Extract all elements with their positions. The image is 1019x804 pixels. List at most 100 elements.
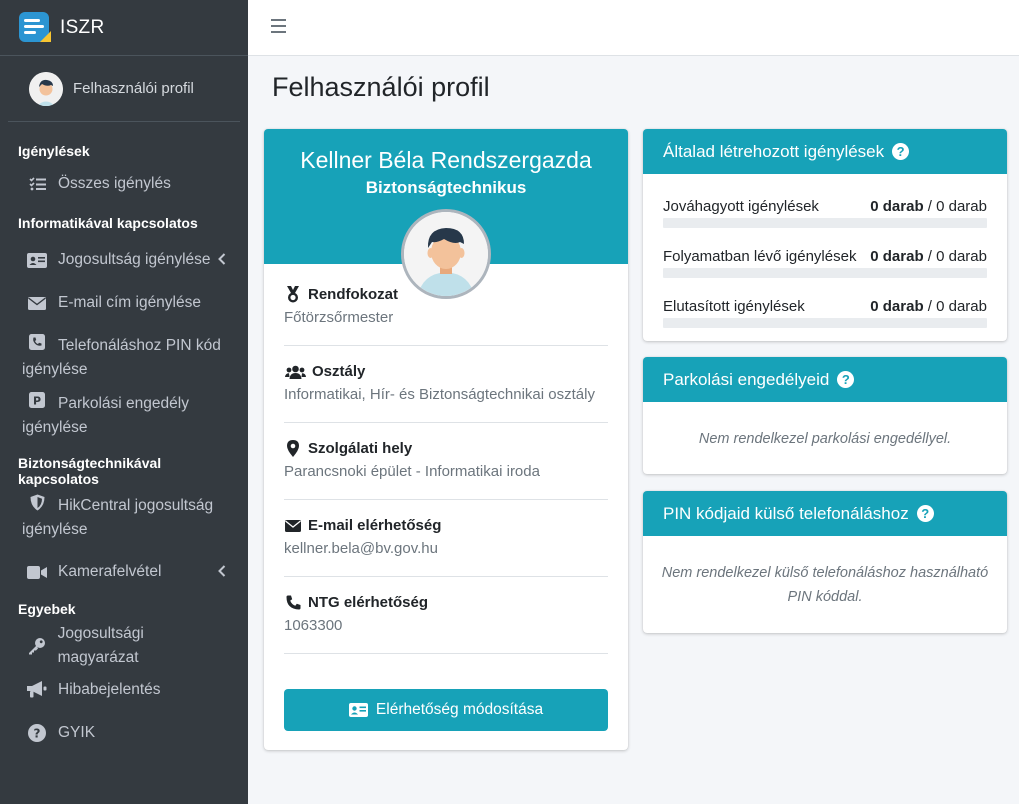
map-marker-icon xyxy=(284,440,302,457)
sidebar-item-label: Jogosultság igénylése xyxy=(58,251,211,268)
sidebar-item-label: E-mail cím igénylése xyxy=(58,294,201,311)
requests-stats: Jováhagyott igénylések 0 darab / 0 darab… xyxy=(643,174,1007,328)
chevron-left-icon xyxy=(218,560,226,584)
sidebar-item-label-line2: igénylése xyxy=(22,419,88,436)
stat-count: 0 darab xyxy=(870,248,924,265)
profile-field-location: Szolgálati hely Parancsnoki épület - Inf… xyxy=(284,440,608,500)
id-card-icon xyxy=(26,252,48,268)
pin-card-header: PIN kódjaid külső telefonáláshoz ? xyxy=(643,491,1007,536)
svg-text:?: ? xyxy=(34,726,41,740)
sidebar-item-label-line2: igénylése xyxy=(22,521,88,538)
sidebar-item-label: Kamerafelvétel xyxy=(58,563,162,580)
nav-header-requests: Igénylések xyxy=(18,143,90,159)
stat-approved: Jováhagyott igénylések 0 darab / 0 darab xyxy=(663,198,987,215)
id-card-icon xyxy=(348,703,368,717)
stat-label: Folyamatban lévő igénylések xyxy=(663,248,857,265)
sidebar-nav: Igénylések Összes igénylés Informatikáva… xyxy=(0,122,248,754)
sidebar: ISZR Felhasználói profil Igénylések Össz… xyxy=(0,0,248,804)
pin-empty-message: Nem rendelkezel külső telefonáláshoz has… xyxy=(661,565,989,605)
key-icon xyxy=(26,637,48,655)
stat-in-progress: Folyamatban lévő igénylések 0 darab / 0 … xyxy=(663,248,987,265)
sidebar-item-label: Hibabejelentés xyxy=(58,680,161,698)
sidebar-item-label-line2: igénylése xyxy=(22,361,88,378)
help-icon[interactable]: ? xyxy=(892,143,910,160)
profile-role: Biztonságtechnikus xyxy=(365,178,527,197)
stat-label: Elutasított igénylések xyxy=(663,298,805,315)
stat-progress-bar xyxy=(663,218,987,228)
profile-avatar xyxy=(401,209,491,299)
users-icon xyxy=(284,365,306,379)
profile-field-phone: NTG elérhetőség 1063300 xyxy=(284,594,608,654)
field-label: Szolgálati hely xyxy=(308,440,413,457)
video-camera-icon xyxy=(26,565,48,579)
sidebar-item-label: Összes igénylés xyxy=(58,175,171,192)
user-panel-name: Felhasználói profil xyxy=(73,80,194,97)
page-title: Felhasználói profil xyxy=(272,72,490,102)
brand-link[interactable]: ISZR xyxy=(0,0,248,56)
sidebar-item-label-line1: Telefonáláshoz PIN kód xyxy=(58,337,221,354)
stat-progress-bar xyxy=(663,318,987,328)
sidebar-item-camera[interactable]: Kamerafelvétel xyxy=(0,552,248,592)
requests-card: Általad létrehozott igénylések ? Jováhag… xyxy=(643,129,1007,341)
field-label: Rendfokozat xyxy=(308,286,398,303)
pin-card: PIN kódjaid külső telefonáláshoz ? Nem r… xyxy=(643,491,1007,633)
profile-field-department: Osztály Informatikai, Hír- és Biztonságt… xyxy=(284,363,608,423)
nav-header-it: Informatikával kapcsolatos xyxy=(18,215,198,231)
megaphone-icon xyxy=(26,681,48,698)
field-value: kellner.bela@bv.gov.hu xyxy=(284,540,438,557)
medal-icon xyxy=(284,286,302,303)
top-navbar xyxy=(248,0,1019,56)
sidebar-item-phone-pin[interactable]: Telefonáláshoz PIN kód igénylése xyxy=(0,324,248,392)
profile-name: Kellner Béla Rendszergazda xyxy=(300,147,592,173)
list-check-icon xyxy=(26,177,48,191)
parking-card: Parkolási engedélyeid ? Nem rendelkezel … xyxy=(643,357,1007,474)
field-value: 1063300 xyxy=(284,617,343,634)
sidebar-item-hikcentral[interactable]: HikCentral jogosultság igénylése xyxy=(0,486,248,552)
sidebar-item-email-request[interactable]: E-mail cím igénylése xyxy=(0,282,248,324)
sidebar-item-all-requests[interactable]: Összes igénylés xyxy=(0,166,248,202)
sidebar-item-parking[interactable]: P Parkolási engedély igénylése xyxy=(0,392,248,458)
shield-icon xyxy=(26,494,48,518)
field-label: NTG elérhetőség xyxy=(308,594,429,611)
stat-rejected: Elutasított igénylések 0 darab / 0 darab xyxy=(663,298,987,315)
profile-body: Rendfokozat Főtörzsőrmester Osztály Info… xyxy=(264,264,628,654)
sidebar-item-faq[interactable]: ? GYIK xyxy=(0,711,248,754)
user-panel[interactable]: Felhasználói profil xyxy=(8,56,240,122)
sidebar-item-label: GYIK xyxy=(58,723,96,741)
field-label: E-mail elérhetőség xyxy=(308,517,442,534)
nav-header-security: Biztonságtechnikával kapcsolatos xyxy=(18,455,162,487)
edit-contact-button[interactable]: Elérhetőség módosítása xyxy=(284,689,608,731)
parking-card-header: Parkolási engedélyeid ? xyxy=(643,357,1007,402)
stat-total: / 0 darab xyxy=(927,248,987,265)
hamburger-menu-icon[interactable] xyxy=(271,19,286,37)
envelope-icon xyxy=(284,519,302,532)
stat-count: 0 darab xyxy=(870,298,924,315)
parking-card-title: Parkolási engedélyeid xyxy=(663,369,830,389)
question-circle-icon: ? xyxy=(26,723,48,742)
parking-icon: P xyxy=(26,392,48,416)
stat-total: / 0 darab xyxy=(927,198,987,215)
nav-header-other: Egyebek xyxy=(18,601,76,617)
stat-label: Jováhagyott igénylések xyxy=(663,198,819,215)
sidebar-item-permission-explain[interactable]: Jogosultsági magyarázat xyxy=(0,624,248,668)
pin-card-title: PIN kódjaid külső telefonáláshoz xyxy=(663,503,909,523)
sidebar-item-label-line1: HikCentral jogosultság xyxy=(58,497,214,514)
field-label: Osztály xyxy=(312,363,366,380)
field-value: Főtörzsőrmester xyxy=(284,309,394,326)
brand-title: ISZR xyxy=(60,16,105,38)
field-value: Parancsnoki épület - Informatikai iroda xyxy=(284,463,540,480)
sidebar-item-permission-request[interactable]: Jogosultság igénylése xyxy=(0,238,248,282)
app-logo-icon xyxy=(18,11,52,45)
requests-card-title: Általad létrehozott igénylések xyxy=(663,141,885,161)
stat-count: 0 darab xyxy=(870,198,924,215)
parking-empty-message: Nem rendelkezel parkolási engedéllyel. xyxy=(698,431,952,447)
edit-button-label: Elérhetőség módosítása xyxy=(375,701,544,718)
avatar xyxy=(29,71,63,106)
help-icon[interactable]: ? xyxy=(837,371,855,388)
sidebar-item-bug-report[interactable]: Hibabejelentés xyxy=(0,668,248,711)
stat-progress-bar xyxy=(663,268,987,278)
sidebar-item-label: Jogosultsági magyarázat xyxy=(57,625,144,666)
phone-icon xyxy=(284,595,302,610)
help-icon[interactable]: ? xyxy=(916,505,934,522)
profile-card: Kellner Béla Rendszergazda Biztonságtech… xyxy=(264,129,628,750)
